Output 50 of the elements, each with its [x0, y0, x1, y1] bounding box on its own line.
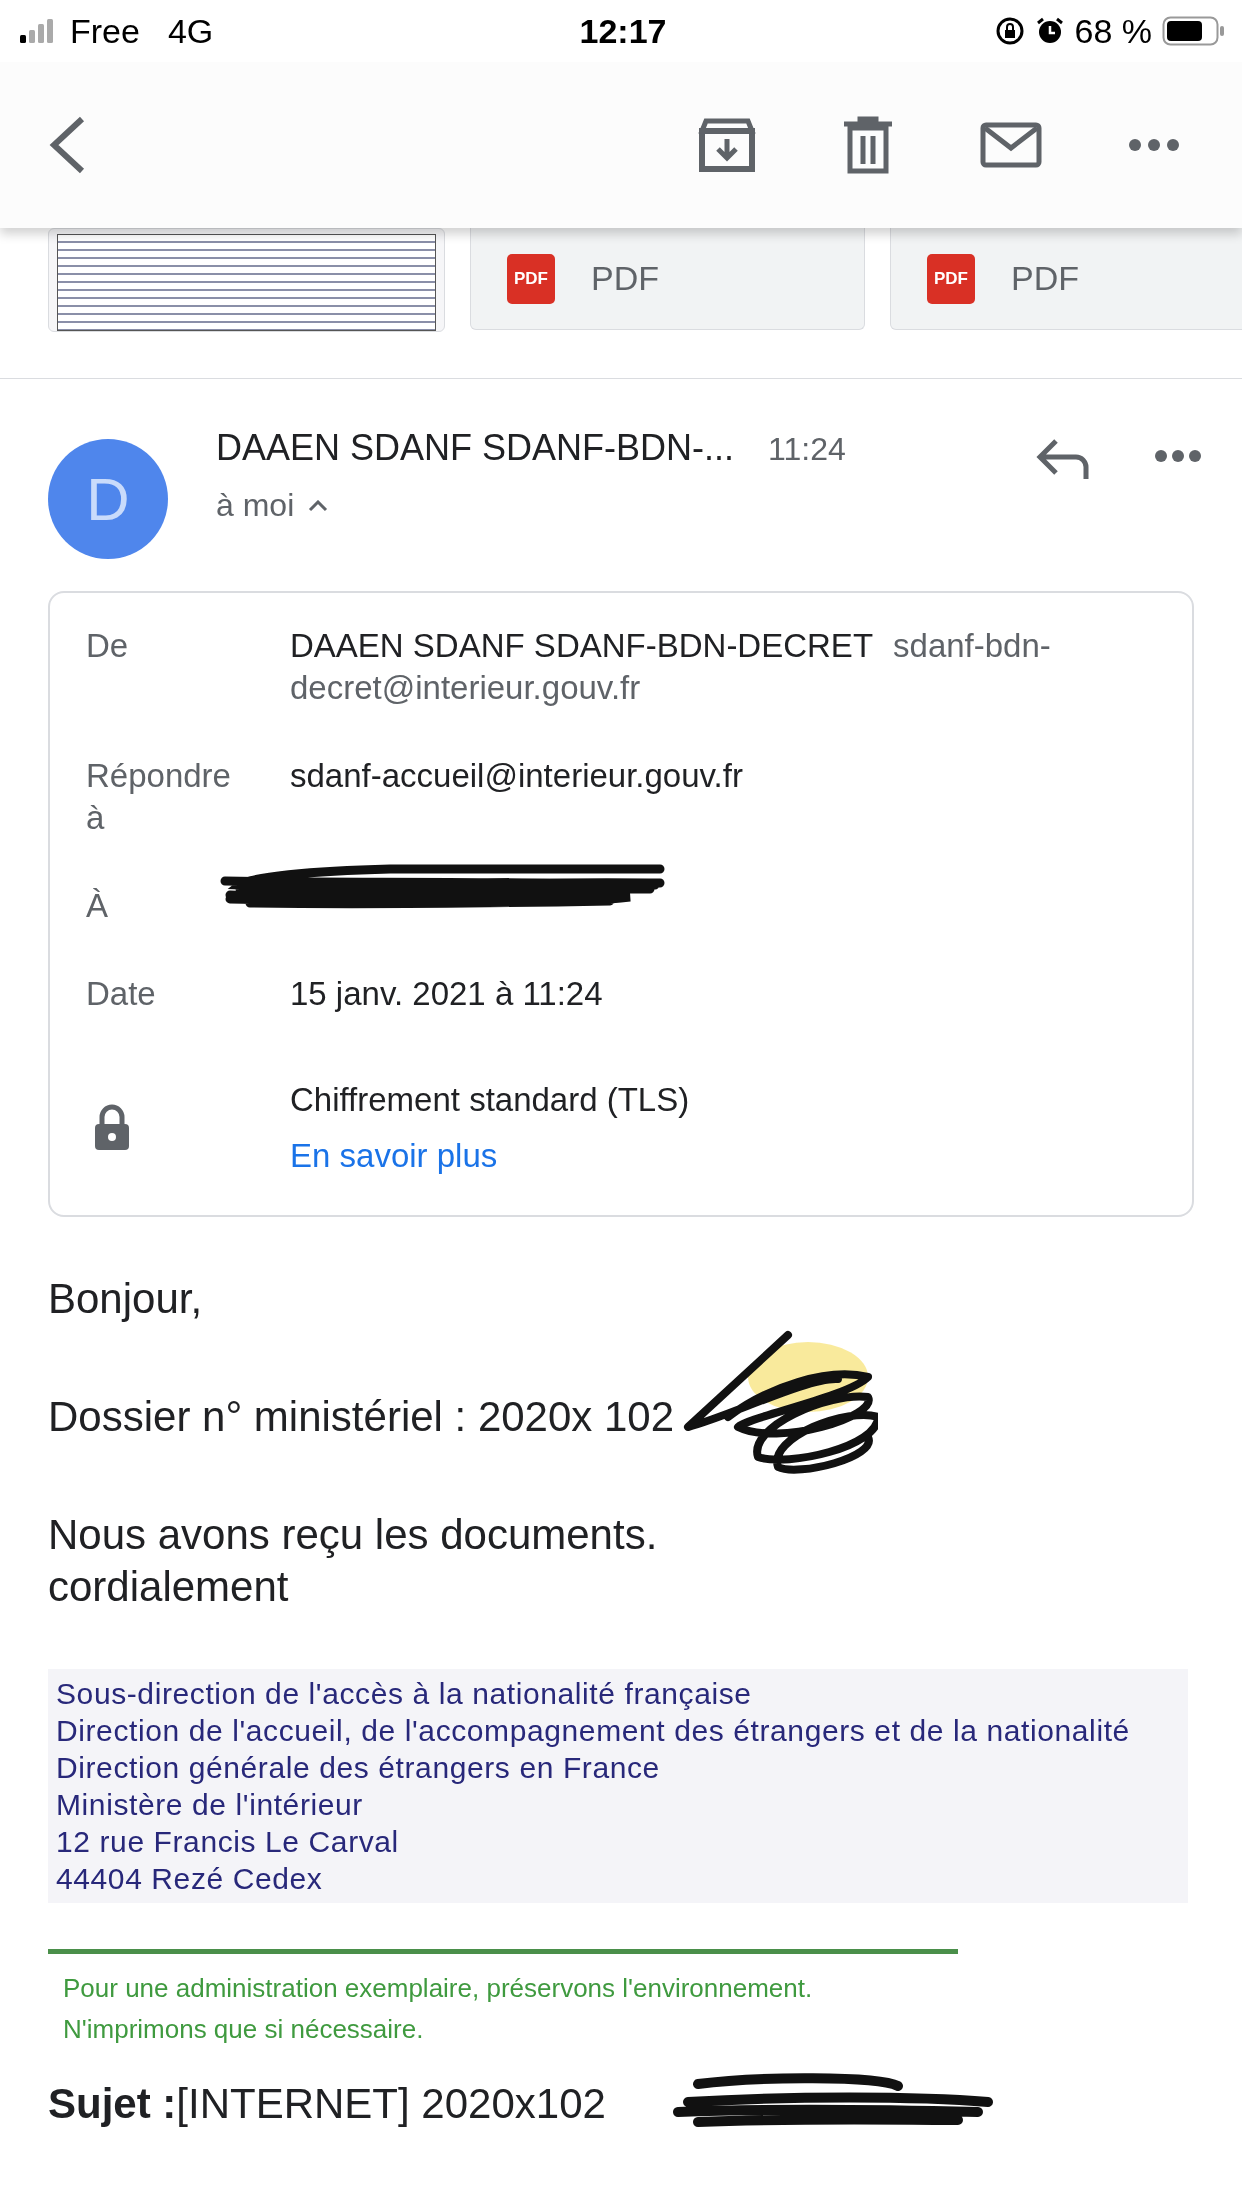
- field-value: sdanf-accueil@interieur.gouv.fr: [290, 756, 744, 796]
- file-type: PDF: [1011, 259, 1079, 298]
- signature-line: 44404 Rezé Cedex: [56, 1861, 324, 1897]
- field-label: De: [86, 626, 130, 666]
- subject-label: Sujet :: [48, 2080, 177, 2128]
- more-icon[interactable]: [1154, 449, 1202, 463]
- signal-icon: [20, 19, 56, 43]
- body-text: cordialement: [48, 1562, 290, 1612]
- message-time: 11:24: [768, 431, 846, 468]
- signature-line: Direction générale des étrangers en France: [56, 1750, 661, 1786]
- recipient-toggle[interactable]: à moi: [216, 487, 1036, 524]
- footer-note: N'imprimons que si nécessaire.: [63, 2013, 425, 2046]
- network-type: 4G: [167, 11, 214, 51]
- encryption-label: Chiffrement standard (TLS): [290, 1081, 690, 1119]
- battery-percent: 68 %: [1074, 11, 1152, 51]
- learn-more-link[interactable]: En savoir plus: [290, 1137, 690, 1175]
- file-type: PDF: [591, 259, 659, 298]
- attachment-card[interactable]: PDF PDF: [890, 228, 1242, 330]
- attachment-card[interactable]: PDF PDF: [470, 228, 865, 330]
- pdf-icon: PDF: [927, 253, 975, 304]
- more-icon[interactable]: [1128, 138, 1180, 152]
- rotation-lock-icon: [994, 16, 1025, 46]
- signature-line: Sous-direction de l'accès à la nationalité française: [56, 1676, 753, 1712]
- field-label: Répondre à: [86, 756, 232, 838]
- archive-icon[interactable]: [698, 117, 756, 173]
- body-text: Dossier n° ministériel : 2020x 102: [48, 1392, 675, 1442]
- body-text: Bonjour,: [48, 1274, 203, 1324]
- caret-icon: [308, 499, 329, 512]
- alarm-icon: [1034, 16, 1065, 46]
- trash-icon[interactable]: [842, 116, 894, 174]
- field-label: À: [86, 886, 109, 926]
- signature-line: Ministère de l'intérieur: [56, 1787, 364, 1823]
- subject-value: [INTERNET] 2020x102: [176, 2080, 606, 2128]
- document-thumbnail[interactable]: [48, 228, 445, 332]
- pdf-icon: PDF: [507, 253, 555, 304]
- field-value: 15 janv. 2021 à 11:24: [290, 974, 604, 1014]
- reply-icon[interactable]: [1036, 437, 1092, 481]
- clock-time: 12:17: [579, 11, 667, 51]
- sender-address: DAAEN SDANF SDANF-BDN-DECRET sdanf-bdn-decret@interieur.gouv.fr: [290, 626, 1052, 708]
- battery-icon: [1162, 16, 1226, 46]
- body-text: Nous avons reçu les documents.: [48, 1510, 658, 1560]
- signature-line: Direction de l'accueil, de l'accompagnement des étrangers et de la nationalité: [56, 1713, 1131, 1749]
- lock-icon: [92, 1104, 132, 1152]
- field-label: Date: [86, 974, 157, 1014]
- avatar: D: [48, 439, 168, 559]
- signature-line: 12 rue Francis Le Carval: [56, 1824, 400, 1860]
- sender-name: DAAEN SDANF SDANF-BDN-...: [216, 427, 735, 469]
- mail-icon[interactable]: [980, 122, 1042, 168]
- carrier-name: Free: [70, 11, 140, 51]
- footer-note: Pour une administration exemplaire, préservons l'environnement.: [63, 1972, 814, 2005]
